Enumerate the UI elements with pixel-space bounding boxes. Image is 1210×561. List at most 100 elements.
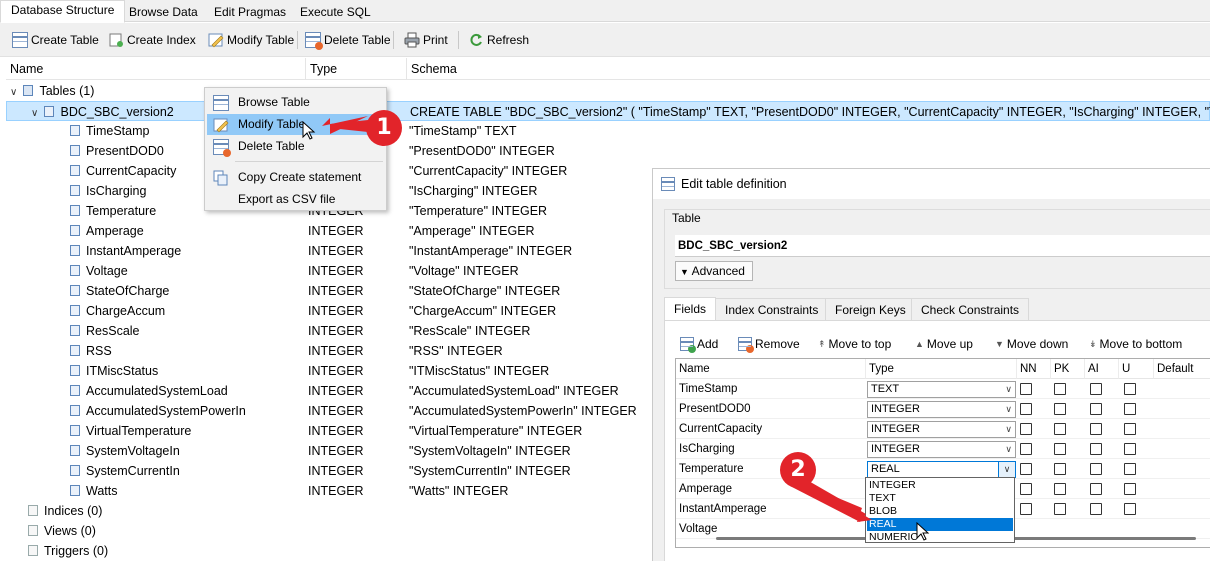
field-name[interactable]: Voltage — [679, 519, 717, 539]
field-name[interactable]: InstantAmperage — [679, 499, 767, 519]
tab-foreign-keys[interactable]: Foreign Keys — [825, 298, 916, 320]
nn-checkbox[interactable] — [1020, 423, 1032, 435]
type-option-integer[interactable]: INTEGER — [867, 479, 1013, 492]
grid-header-type[interactable]: Type — [866, 359, 1017, 379]
u-checkbox[interactable] — [1124, 403, 1136, 415]
field-name[interactable]: CurrentCapacity — [679, 419, 762, 439]
ai-checkbox[interactable] — [1090, 443, 1102, 455]
nn-checkbox[interactable] — [1020, 503, 1032, 515]
grid-header-u[interactable]: U — [1119, 359, 1154, 379]
tab-database-structure[interactable]: Database Structure — [0, 0, 126, 23]
field-name[interactable]: Temperature — [679, 459, 744, 479]
field-row[interactable]: TimeStamp TEXT ∨ — [676, 379, 1210, 399]
tree-node-column[interactable]: PresentDOD0 "PresentDOD0" INTEGER — [6, 141, 1210, 161]
field-name[interactable]: Amperage — [679, 479, 732, 499]
ai-checkbox[interactable] — [1090, 463, 1102, 475]
move-up-button[interactable]: ▲ Move up — [915, 334, 973, 354]
ai-checkbox[interactable] — [1090, 423, 1102, 435]
chevron-down-icon[interactable]: ∨ — [1005, 402, 1012, 417]
field-row[interactable]: IsCharging INTEGER ∨ — [676, 439, 1210, 459]
advanced-toggle-button[interactable]: ▼ Advanced — [675, 261, 753, 281]
pk-checkbox[interactable] — [1054, 483, 1066, 495]
nn-checkbox[interactable] — [1020, 463, 1032, 475]
column-header-schema[interactable]: Schema — [407, 58, 1210, 80]
u-checkbox[interactable] — [1124, 463, 1136, 475]
field-name[interactable]: PresentDOD0 — [679, 399, 751, 419]
field-type-select[interactable]: INTEGER ∨ — [867, 421, 1016, 438]
type-option-text[interactable]: TEXT — [867, 492, 1013, 505]
ai-checkbox[interactable] — [1090, 503, 1102, 515]
grid-header-nn[interactable]: NN — [1017, 359, 1051, 379]
nn-checkbox[interactable] — [1020, 483, 1032, 495]
ai-checkbox[interactable] — [1090, 483, 1102, 495]
create-index-button[interactable]: Create Index — [108, 30, 196, 50]
tab-index-constraints[interactable]: Index Constraints — [715, 298, 829, 320]
field-name[interactable]: IsCharging — [679, 439, 735, 459]
print-button[interactable]: Print — [404, 30, 448, 50]
pk-checkbox[interactable] — [1054, 503, 1066, 515]
type-option-real[interactable]: REAL — [867, 518, 1013, 531]
chevron-down-icon[interactable]: ∨ — [1005, 382, 1012, 397]
field-type-select[interactable]: REAL ∨ — [867, 461, 1016, 478]
delete-table-button[interactable]: Delete Table — [305, 30, 391, 50]
grid-header-default[interactable]: Default — [1154, 359, 1210, 379]
move-to-top-button[interactable]: ↟ Move to top — [818, 334, 891, 354]
field-name[interactable]: TimeStamp — [679, 379, 737, 399]
add-field-button[interactable]: Add — [680, 334, 718, 354]
field-row[interactable]: CurrentCapacity INTEGER ∨ — [676, 419, 1210, 439]
chevron-down-icon[interactable]: ∨ — [10, 83, 20, 103]
create-table-button[interactable]: Create Table — [12, 30, 99, 50]
remove-field-button[interactable]: Remove — [738, 334, 800, 354]
menu-item-browse-table[interactable]: Browse Table — [207, 92, 384, 113]
tab-check-constraints[interactable]: Check Constraints — [911, 298, 1030, 320]
ai-checkbox[interactable] — [1090, 383, 1102, 395]
column-type: INTEGER — [308, 404, 364, 418]
u-checkbox[interactable] — [1124, 503, 1136, 515]
type-option-blob[interactable]: BLOB — [867, 505, 1013, 518]
tab-execute-sql[interactable]: Execute SQL — [289, 2, 382, 22]
pk-checkbox[interactable] — [1054, 443, 1066, 455]
u-checkbox[interactable] — [1124, 483, 1136, 495]
field-type-select[interactable]: INTEGER ∨ — [867, 441, 1016, 458]
nn-checkbox[interactable] — [1020, 383, 1032, 395]
type-option-numeric[interactable]: NUMERIC — [867, 531, 1013, 544]
menu-item-export-csv[interactable]: Export as CSV file — [207, 189, 384, 210]
move-to-bottom-button[interactable]: ↡ Move to bottom — [1089, 334, 1182, 354]
field-row[interactable]: Temperature REAL ∨ — [676, 459, 1210, 479]
u-checkbox[interactable] — [1124, 443, 1136, 455]
table-name-input[interactable]: BDC_SBC_version2 — [675, 235, 1210, 257]
tab-edit-pragmas[interactable]: Edit Pragmas — [203, 2, 297, 22]
refresh-button[interactable]: Refresh — [468, 30, 529, 50]
u-checkbox[interactable] — [1124, 423, 1136, 435]
column-type: INTEGER — [308, 444, 364, 458]
chevron-down-icon[interactable]: ∨ — [998, 462, 1015, 477]
tree-node-tables[interactable]: ∨ Tables (1) — [6, 81, 1210, 101]
field-type-select[interactable]: INTEGER ∨ — [867, 401, 1016, 418]
tab-fields[interactable]: Fields — [664, 297, 717, 321]
field-row[interactable]: PresentDOD0 INTEGER ∨ — [676, 399, 1210, 419]
ai-checkbox[interactable] — [1090, 403, 1102, 415]
pk-checkbox[interactable] — [1054, 423, 1066, 435]
grid-header-ai[interactable]: AI — [1085, 359, 1119, 379]
chevron-down-icon[interactable]: ∨ — [1005, 422, 1012, 437]
modify-table-button[interactable]: Modify Table — [208, 30, 294, 50]
column-header-type[interactable]: Type — [306, 58, 407, 80]
menu-item-modify-table[interactable]: Modify Table — [207, 114, 384, 135]
nn-checkbox[interactable] — [1020, 403, 1032, 415]
pk-checkbox[interactable] — [1054, 403, 1066, 415]
menu-item-delete-table[interactable]: Delete Table — [207, 136, 384, 157]
column-header-name[interactable]: Name — [6, 58, 306, 80]
menu-item-copy-create[interactable]: Copy Create statement — [207, 167, 384, 188]
grid-header-pk[interactable]: PK — [1051, 359, 1085, 379]
field-type-select[interactable]: TEXT ∨ — [867, 381, 1016, 398]
tree-node-table-bdc[interactable]: ∨ BDC_SBC_version2 CREATE TABLE "BDC_SBC… — [6, 101, 1210, 121]
grid-header-name[interactable]: Name — [676, 359, 866, 379]
pk-checkbox[interactable] — [1054, 383, 1066, 395]
nn-checkbox[interactable] — [1020, 443, 1032, 455]
pk-checkbox[interactable] — [1054, 463, 1066, 475]
chevron-down-icon[interactable]: ∨ — [1005, 442, 1012, 457]
u-checkbox[interactable] — [1124, 383, 1136, 395]
move-down-button[interactable]: ▼ Move down — [995, 334, 1068, 354]
tree-node-column[interactable]: TimeStamp "TimeStamp" TEXT — [6, 121, 1210, 141]
tab-browse-data[interactable]: Browse Data — [118, 2, 209, 22]
